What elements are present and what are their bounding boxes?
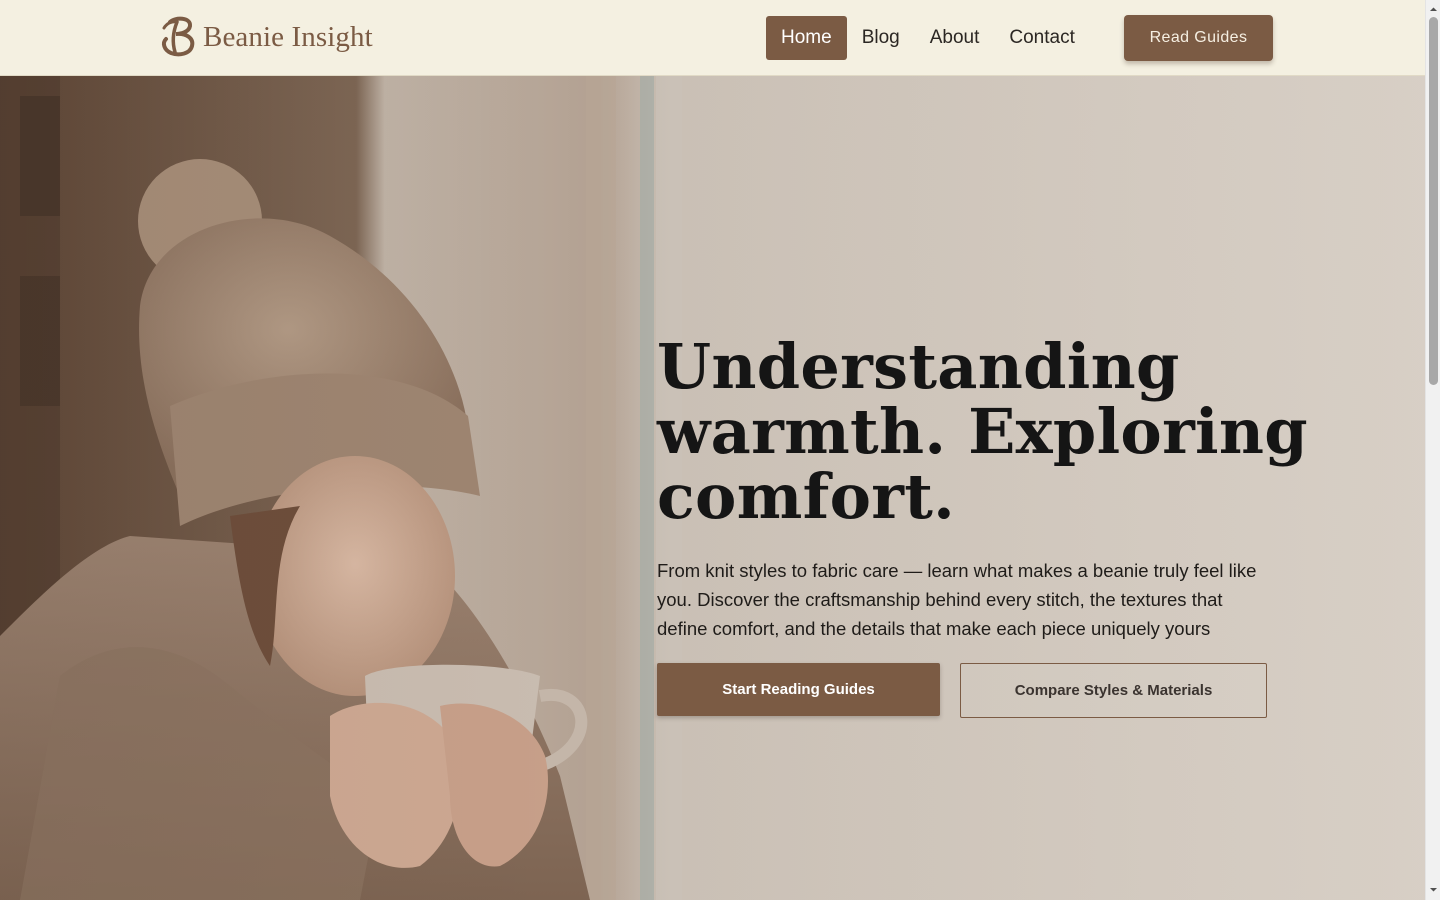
script-b-logo-icon <box>161 16 195 57</box>
chevron-down-icon[interactable] <box>1429 885 1438 894</box>
nav-item-home[interactable]: Home <box>766 16 847 60</box>
hero-description: From knit styles to fabric care — learn … <box>657 560 1257 639</box>
compare-styles-button[interactable]: Compare Styles & Materials <box>960 663 1267 718</box>
start-reading-guides-button[interactable]: Start Reading Guides <box>657 663 940 716</box>
hero-headline-line-3: comfort. <box>657 460 956 533</box>
hero-headline-line-2: warmth. Exploring <box>657 395 1308 468</box>
nav-item-blog[interactable]: Blog <box>847 16 915 60</box>
chevron-up-icon[interactable] <box>1429 5 1438 14</box>
main-nav: Home Blog About Contact <box>766 16 1090 60</box>
page-scrollbar[interactable] <box>1425 0 1440 900</box>
hero-section: Understanding warmth. Exploring comfort.… <box>0 76 1425 900</box>
brand-logo[interactable]: Beanie Insight <box>159 14 373 58</box>
hero-headline-line-1: Understanding <box>657 330 1180 403</box>
hero-headline: Understanding warmth. Exploring comfort. <box>657 334 1357 529</box>
nav-item-contact[interactable]: Contact <box>994 16 1089 60</box>
nav-item-about[interactable]: About <box>915 16 995 60</box>
brand-name: Beanie Insight <box>203 20 373 53</box>
site-header: Beanie Insight Home Blog About Contact R… <box>0 0 1425 76</box>
read-guides-button[interactable]: Read Guides <box>1124 15 1273 61</box>
scrollbar-thumb[interactable] <box>1429 17 1438 385</box>
